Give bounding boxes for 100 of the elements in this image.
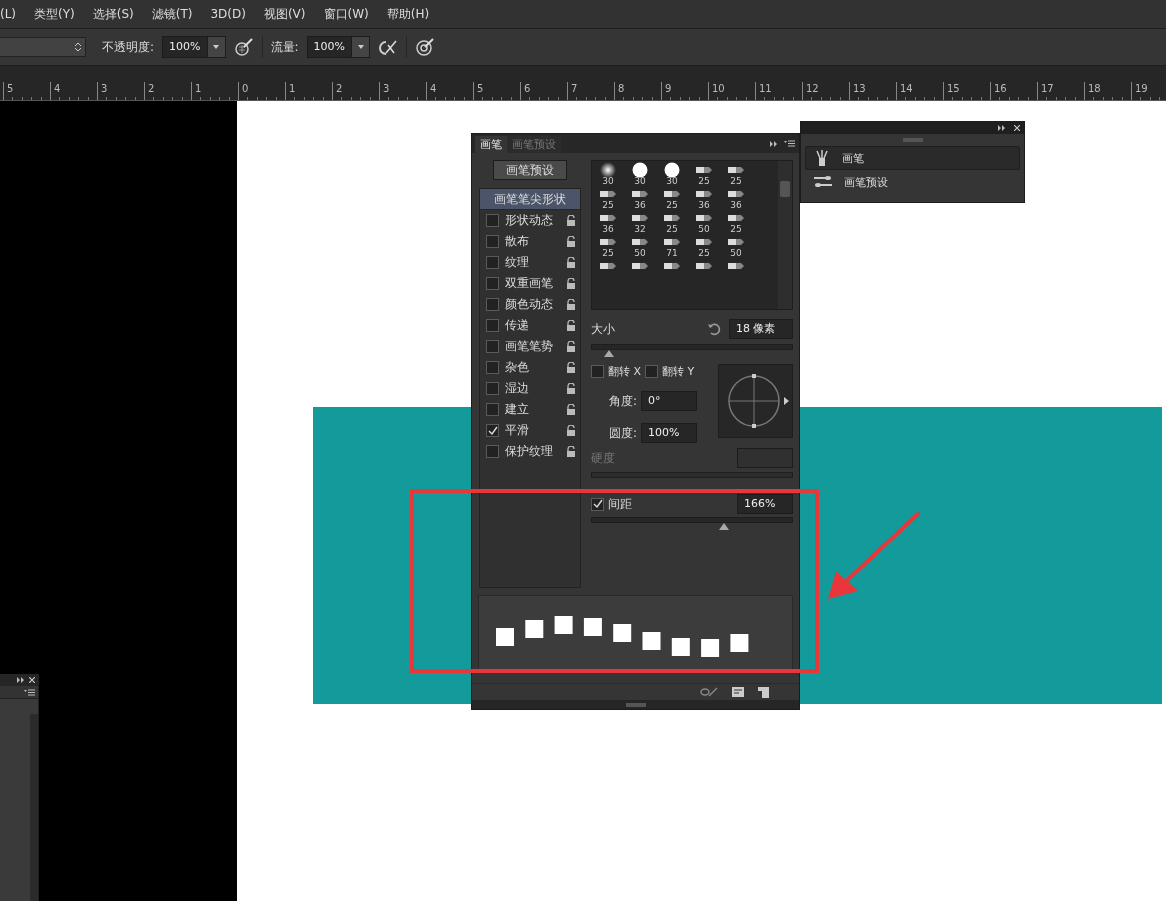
spacing-slider[interactable]	[591, 517, 793, 531]
grid-icon[interactable]	[732, 687, 744, 697]
ruler-number: 1	[191, 82, 238, 100]
scrollbar[interactable]	[778, 161, 792, 309]
checkbox[interactable]	[486, 382, 499, 395]
checkbox[interactable]	[486, 361, 499, 374]
slider-thumb[interactable]	[719, 523, 730, 530]
new-preset-icon[interactable]	[758, 686, 769, 698]
option-label[interactable]: 颜色动态	[505, 296, 560, 313]
menu-item[interactable]: 帮助(H)	[386, 5, 430, 23]
brush-tip-icon	[728, 261, 744, 270]
grip-icon[interactable]	[902, 138, 923, 142]
brush-tip-icon	[664, 213, 680, 222]
angle-field[interactable]: 0°	[641, 391, 698, 411]
slider-thumb[interactable]	[604, 350, 615, 357]
brush-tip-icon	[600, 213, 616, 222]
size-field[interactable]: 18 像素	[729, 319, 793, 339]
collapse-icon[interactable]	[770, 140, 778, 147]
brush-tip-icon	[728, 237, 744, 246]
dropdown-button[interactable]	[351, 37, 369, 57]
brush-tip-icon	[728, 213, 744, 222]
dropdown-button[interactable]	[206, 37, 225, 57]
pressure-brush-icon[interactable]	[233, 37, 254, 57]
spacing-label[interactable]: 间距	[608, 495, 632, 513]
ruler-number: 7	[567, 82, 614, 100]
reset-icon[interactable]	[707, 322, 721, 336]
panel-item[interactable]: 画笔预设	[805, 170, 1020, 194]
brush-tip-icon	[600, 261, 616, 270]
flow-label: 流量:	[270, 38, 299, 56]
collapse-icon[interactable]	[17, 677, 25, 683]
checkbox[interactable]	[486, 235, 499, 248]
checkbox[interactable]	[486, 256, 499, 269]
close-icon[interactable]	[29, 677, 35, 683]
option-label[interactable]: 画笔笔势	[505, 338, 560, 355]
ruler-number: 15	[943, 82, 990, 100]
option-label[interactable]: 传递	[505, 317, 560, 334]
ruler-number: 17	[1037, 82, 1084, 100]
ruler-number: 2	[144, 82, 191, 100]
checkbox[interactable]	[486, 424, 499, 437]
option-label[interactable]: 杂色	[505, 359, 560, 376]
brush-size: 50	[730, 248, 742, 259]
flip-x-label[interactable]: 翻转 X	[608, 364, 642, 379]
scrollbar[interactable]	[30, 714, 38, 901]
checkbox[interactable]	[591, 497, 604, 511]
brush-tip-icon	[696, 213, 712, 222]
lock-icon	[566, 404, 576, 415]
brush-tip-icon	[696, 165, 712, 174]
brush-tip-icon	[664, 237, 680, 246]
checkbox[interactable]	[486, 403, 499, 416]
checkbox[interactable]	[486, 319, 499, 332]
panel-tab[interactable]: 画笔	[475, 136, 507, 153]
option-label[interactable]: 建立	[505, 401, 560, 418]
opacity-field[interactable]: 100%	[162, 36, 226, 58]
menu-item[interactable]: 类型(Y)	[34, 5, 75, 23]
brush-mode-dropdown[interactable]	[0, 37, 86, 57]
option-label[interactable]: 散布	[505, 233, 560, 250]
menu-item[interactable]: 3D(D)	[210, 7, 246, 21]
panel-item[interactable]: 画笔	[805, 146, 1020, 170]
option-label[interactable]: 保护纹理	[505, 443, 560, 460]
menu-item[interactable]: 视图(V)	[263, 5, 306, 23]
option-label[interactable]: 湿边	[505, 380, 560, 397]
menu-item[interactable]: (L)	[0, 7, 17, 21]
flow-field[interactable]: 100%	[306, 36, 370, 58]
ruler-number: 2	[332, 82, 379, 100]
grip-icon[interactable]	[625, 702, 646, 707]
menu-item[interactable]: 窗口(W)	[323, 5, 369, 23]
menu-item[interactable]: 滤镜(T)	[151, 5, 193, 23]
option-label[interactable]: 纹理	[505, 254, 560, 271]
eye-brush-icon[interactable]	[700, 687, 718, 697]
lock-icon	[566, 236, 576, 247]
menu-item[interactable]: 选择(S)	[92, 5, 134, 23]
option-label[interactable]: 形状动态	[505, 212, 560, 229]
list-item[interactable]: 画笔笔尖形状	[480, 189, 580, 210]
ruler-number: 9	[661, 82, 708, 100]
checkbox[interactable]	[486, 214, 499, 227]
checkbox[interactable]	[486, 277, 499, 290]
checkbox[interactable]	[486, 298, 499, 311]
checkbox[interactable]	[486, 340, 499, 353]
ruler-number: 6	[520, 82, 567, 100]
brush-tip-icon	[632, 189, 648, 198]
ruler-number: 12	[802, 82, 849, 100]
checkbox[interactable]	[645, 365, 659, 378]
close-icon[interactable]	[1014, 125, 1020, 131]
checkbox[interactable]	[486, 445, 499, 458]
angle-widget[interactable]	[718, 364, 793, 438]
brush-presets-button[interactable]: 画笔预设	[493, 160, 567, 180]
caret-icon	[213, 45, 219, 49]
menu-icon[interactable]	[784, 140, 795, 147]
collapse-icon[interactable]	[998, 125, 1006, 131]
option-label[interactable]: 平滑	[505, 422, 560, 439]
roundness-field[interactable]: 100%	[641, 423, 698, 443]
menu-icon[interactable]	[24, 688, 35, 696]
checkbox[interactable]	[591, 365, 604, 378]
flip-y-label[interactable]: 翻转 Y	[662, 364, 695, 379]
ruler-number: 10	[708, 82, 755, 100]
option-label[interactable]: 双重画笔	[505, 275, 560, 292]
pressure-size-icon[interactable]	[415, 37, 435, 57]
spacing-field[interactable]: 166%	[737, 494, 793, 514]
size-label: 大小	[591, 320, 615, 338]
size-slider[interactable]	[591, 344, 793, 358]
